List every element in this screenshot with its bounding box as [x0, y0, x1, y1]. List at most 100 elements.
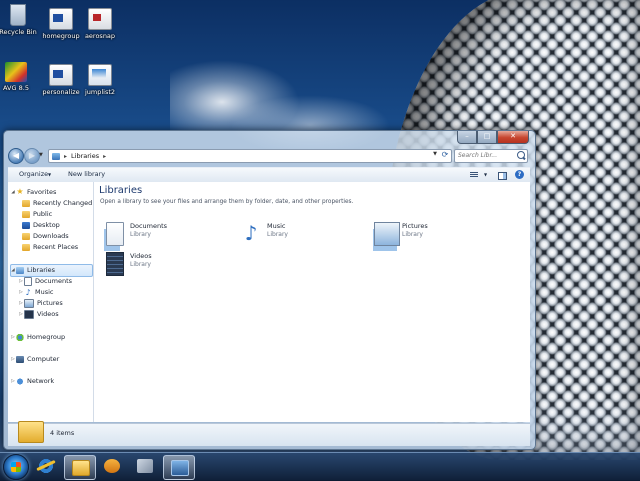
library-type: Library	[130, 231, 151, 238]
navigation-pane: ◢ ★ Favorites Recently Changed Public De…	[8, 182, 94, 422]
command-bar: Organize ▼ New library ▼ ?	[8, 167, 530, 183]
downloads-folder-icon	[22, 232, 30, 240]
nav-item-recent-places[interactable]: Recent Places	[22, 242, 78, 252]
jumplist-shortcut-icon	[88, 64, 112, 86]
maximize-button[interactable]: □	[477, 131, 497, 144]
nav-item-pictures[interactable]: ▷ Pictures	[18, 298, 63, 308]
star-icon: ★	[16, 187, 24, 196]
navigation-row: ◀ ▶ ▼ ▸ Libraries ▸ ▼ ⟳	[8, 148, 530, 164]
media-player-icon	[104, 459, 120, 473]
nav-item-music[interactable]: ▷ ♪ Music	[18, 287, 54, 297]
recent-places-icon	[22, 243, 30, 251]
music-library-icon: ♪	[244, 221, 258, 245]
nav-item-videos[interactable]: ▷ Videos	[18, 309, 59, 319]
pictures-library-icon	[374, 222, 400, 246]
taskbar-internet-explorer[interactable]	[31, 455, 61, 478]
nav-item-recently-changed[interactable]: Recently Changed	[22, 198, 92, 208]
desktop-icon	[22, 221, 30, 229]
change-view-icon[interactable]	[470, 172, 478, 178]
aerosnap-shortcut-icon	[88, 8, 112, 30]
nav-favorites[interactable]: ◢ ★ Favorites	[10, 187, 56, 197]
nav-label: Computer	[27, 355, 60, 363]
taskbar-app-screen[interactable]	[163, 455, 195, 480]
back-button[interactable]: ◀	[8, 148, 24, 164]
chevron-down-icon[interactable]: ▼	[48, 172, 51, 177]
library-item-pictures[interactable]: Pictures Library	[374, 220, 494, 250]
library-item-music[interactable]: ♪ Music Library	[239, 220, 359, 250]
nav-label: Music	[35, 288, 54, 296]
breadcrumb-separator-icon[interactable]: ▸	[64, 153, 67, 160]
nav-item-documents[interactable]: ▷ Documents	[18, 276, 72, 286]
start-button[interactable]	[3, 454, 29, 480]
taskbar-windows-explorer[interactable]	[64, 455, 96, 480]
desktop-icon-aerosnap[interactable]: aerosnap	[78, 8, 122, 40]
desktop-icon-label: aerosnap	[84, 32, 116, 40]
page-title: Libraries	[99, 185, 143, 196]
nav-label: Documents	[35, 277, 73, 285]
libraries-icon	[52, 152, 60, 160]
videos-icon	[24, 309, 34, 319]
library-type: Library	[130, 261, 151, 268]
libraries-icon	[16, 266, 24, 274]
screen-icon	[171, 460, 189, 476]
recycle-bin-icon	[10, 4, 26, 26]
nav-item-public[interactable]: Public	[22, 209, 52, 219]
taskbar-app-tool[interactable]	[130, 455, 160, 478]
nav-label: Downloads	[33, 232, 69, 240]
avg-antivirus-icon	[5, 62, 27, 82]
nav-homegroup[interactable]: ▷ Homegroup	[10, 332, 65, 342]
breadcrumb-separator-icon[interactable]: ▸	[103, 153, 106, 160]
organize-button[interactable]: Organize	[19, 170, 48, 178]
desktop-icon-label: Recycle Bin	[0, 28, 37, 36]
nav-label: Recently Changed	[33, 199, 93, 207]
close-button[interactable]: ✕	[497, 131, 529, 144]
computer-icon	[16, 355, 24, 363]
library-name: Videos	[130, 252, 152, 260]
internet-explorer-icon	[38, 459, 54, 473]
pictures-icon	[24, 298, 34, 308]
nav-computer[interactable]: ▷ Computer	[10, 354, 59, 364]
explorer-window: – □ ✕ ◀ ▶ ▼ ▸ Libraries ▸ ▼ ⟳ Organize ▼…	[3, 130, 536, 450]
address-history-dropdown-icon[interactable]: ▼	[433, 151, 437, 157]
new-library-button[interactable]: New library	[68, 170, 105, 178]
item-count: 4 items	[50, 429, 75, 437]
nav-label: Network	[27, 377, 55, 385]
music-note-icon: ♪	[25, 287, 31, 297]
personalize-shortcut-icon	[49, 64, 73, 86]
nav-label: Libraries	[27, 266, 56, 274]
library-item-videos[interactable]: Videos Library	[102, 250, 222, 280]
desktop-icon-avg[interactable]: AVG 8.5	[0, 62, 38, 92]
library-type: Library	[402, 231, 423, 238]
nav-item-desktop[interactable]: Desktop	[22, 220, 60, 230]
desktop-icon-homegroup[interactable]: homegroup	[39, 8, 83, 40]
search-box	[454, 149, 528, 163]
refresh-icon[interactable]: ⟳	[440, 150, 450, 160]
taskbar-media-player[interactable]	[97, 455, 127, 478]
nav-libraries[interactable]: ◢ Libraries	[10, 265, 55, 275]
search-input[interactable]	[455, 150, 512, 160]
desktop-icon-label: personalize	[42, 88, 80, 96]
folder-icon	[22, 210, 30, 218]
desktop-icon-jumplist2[interactable]: jumplist2	[78, 64, 122, 96]
videos-library-icon	[106, 252, 124, 276]
homegroup-icon	[16, 333, 24, 341]
chevron-down-icon[interactable]: ▼	[484, 172, 487, 177]
library-name: Documents	[130, 222, 168, 230]
desktop-icon-recycle-bin[interactable]: Recycle Bin	[0, 4, 40, 36]
preview-pane-icon[interactable]	[498, 172, 507, 180]
breadcrumb-libraries[interactable]: Libraries	[71, 152, 99, 160]
desktop-icon-personalize[interactable]: personalize	[39, 64, 83, 96]
address-bar[interactable]: ▸ Libraries ▸ ▼ ⟳	[48, 149, 452, 163]
help-icon[interactable]: ?	[515, 170, 524, 179]
library-item-documents[interactable]: Documents Library	[102, 220, 222, 250]
nav-network[interactable]: ▷ Network	[10, 376, 54, 386]
recent-pages-dropdown-icon[interactable]: ▼	[39, 152, 43, 158]
folder-icon	[22, 199, 30, 207]
nav-item-downloads[interactable]: Downloads	[22, 231, 69, 241]
homegroup-shortcut-icon	[49, 8, 73, 30]
forward-button[interactable]: ▶	[24, 148, 40, 164]
minimize-button[interactable]: –	[457, 131, 477, 144]
search-icon[interactable]	[517, 151, 525, 159]
caption-buttons: – □ ✕	[457, 131, 529, 145]
desktop-icon-label: AVG 8.5	[3, 84, 29, 92]
